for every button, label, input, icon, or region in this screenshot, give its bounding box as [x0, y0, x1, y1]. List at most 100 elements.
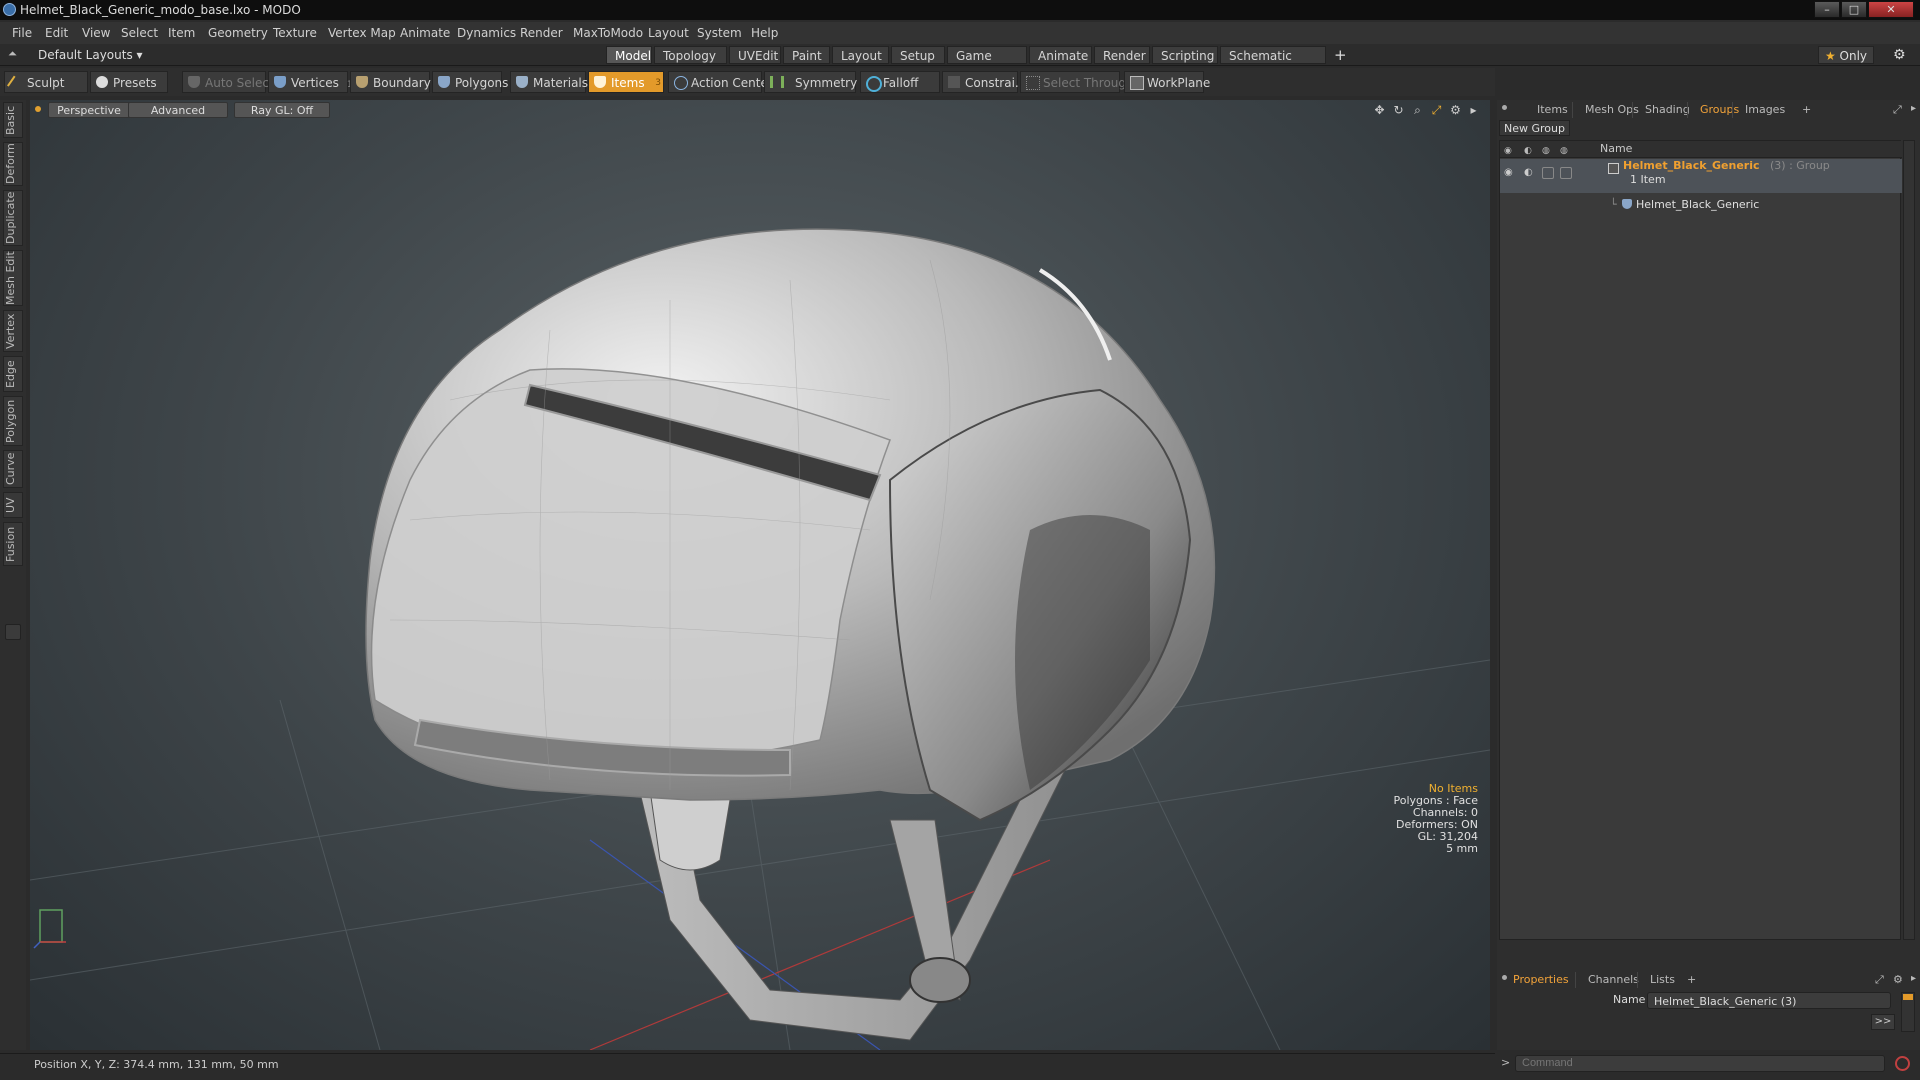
only-toggle[interactable]: ★ Only — [1818, 46, 1874, 64]
tab-curve[interactable]: Curve — [3, 450, 23, 488]
auto-select-button[interactable]: Auto Select — [182, 71, 274, 93]
symmetry-button[interactable]: Symmetry — [764, 71, 857, 93]
menu-select[interactable]: Select — [121, 22, 158, 44]
select-through-button[interactable]: Select Through — [1020, 71, 1134, 93]
tab-game-tools[interactable]: Game Tools — [947, 46, 1027, 81]
tab-mesh-edit[interactable]: Mesh Edit — [3, 250, 23, 306]
select-icon[interactable]: ◍ — [1560, 143, 1572, 156]
menu-dynamics[interactable]: Dynamics — [457, 22, 516, 44]
tab-layout[interactable]: Layout — [832, 46, 889, 64]
layout-icon[interactable]: ⏶ — [8, 47, 22, 61]
tab-deform[interactable]: Deform — [3, 142, 23, 186]
tab-uvedit[interactable]: UVEdit — [729, 46, 781, 64]
menu-maxtomodo[interactable]: MaxToModo — [573, 22, 643, 44]
properties-gear-icon[interactable]: ⚙ — [1893, 973, 1903, 986]
close-button[interactable]: ✕ — [1868, 1, 1914, 18]
minimize-button[interactable]: – — [1814, 1, 1840, 18]
tab-model[interactable]: Model — [606, 46, 652, 64]
tab-duplicate[interactable]: Duplicate — [3, 190, 23, 246]
vertices-button[interactable]: Vertices1 — [268, 71, 353, 93]
tab-edge[interactable]: Edge — [3, 356, 23, 392]
menu-geometry[interactable]: Geometry — [208, 22, 268, 44]
menu-layout[interactable]: Layout — [648, 22, 689, 44]
tab-shading[interactable]: Shading — [1632, 102, 1690, 118]
menu-texture[interactable]: Texture — [273, 22, 317, 44]
name-field[interactable]: Helmet_Black_Generic (3) — [1647, 992, 1891, 1009]
axis-gizmo — [33, 909, 66, 949]
menu-edit[interactable]: Edit — [45, 22, 68, 44]
tab-scripting[interactable]: Scripting — [1152, 46, 1218, 64]
tab-lists[interactable]: Lists — [1637, 972, 1675, 988]
menu-view[interactable]: View — [82, 22, 110, 44]
falloff-button[interactable]: Falloff — [860, 71, 940, 93]
tab-animate[interactable]: Animate — [1029, 46, 1092, 64]
command-bar: > — [1497, 1053, 1920, 1075]
menu-vertex-map[interactable]: Vertex Map — [328, 22, 396, 44]
workplane-button[interactable]: WorkPlane — [1124, 71, 1210, 93]
sculpt-button[interactable]: Sculpt — [4, 71, 88, 93]
select-toggle[interactable] — [1560, 167, 1572, 179]
lock-icon[interactable]: ◍ — [1542, 143, 1554, 156]
viewport-3d[interactable]: Perspective Advanced Ray GL: Off ✥ ↻ ⌕ ⤢… — [30, 100, 1490, 1050]
tab-items[interactable]: Items — [1537, 102, 1568, 118]
add-panel-tab-button[interactable]: + — [1802, 102, 1811, 118]
gear-icon[interactable]: ⚙ — [1893, 46, 1906, 64]
eye-icon[interactable]: ◉ — [1504, 143, 1516, 156]
boundary-button[interactable]: Boundary — [350, 71, 431, 93]
menu-file[interactable]: File — [12, 22, 32, 44]
tab-paint[interactable]: Paint — [783, 46, 830, 64]
render-toggle-icon[interactable]: ◐ — [1524, 163, 1536, 178]
record-icon[interactable] — [1895, 1056, 1910, 1071]
polygons-button[interactable]: Polygons — [432, 71, 508, 93]
menu-animate[interactable]: Animate — [400, 22, 450, 44]
panel-menu-icon[interactable]: ▸ — [1911, 103, 1916, 114]
falloff-icon — [866, 76, 882, 92]
tab-channels[interactable]: Channels — [1575, 972, 1639, 988]
render-icon[interactable]: ◐ — [1524, 143, 1536, 156]
materials-button[interactable]: Materials — [510, 71, 588, 93]
menu-render[interactable]: Render — [520, 22, 563, 44]
more-button[interactable]: >> — [1871, 1014, 1895, 1030]
add-tab-button[interactable]: + — [1334, 46, 1347, 64]
presets-label: Presets — [113, 76, 157, 90]
helmet-model — [30, 228, 1490, 1050]
group-child-row[interactable]: └ Helmet_Black_Generic — [1500, 195, 1902, 215]
group-row-selected[interactable]: ◉ ◐ Helmet_Black_Generic (3) : Group 1 I… — [1500, 159, 1902, 193]
command-prompt: > — [1501, 1056, 1511, 1069]
layout-selector[interactable]: Default Layouts ▾ — [38, 46, 143, 64]
list-scrollbar[interactable] — [1903, 140, 1915, 940]
menu-help[interactable]: Help — [751, 22, 778, 44]
constraints-button[interactable]: Constrai... — [942, 71, 1026, 93]
properties-menu-icon[interactable]: ▸ — [1911, 973, 1916, 984]
palette-toggle-button[interactable] — [5, 624, 21, 640]
tab-images[interactable]: Images — [1732, 102, 1785, 118]
tab-properties[interactable]: Properties — [1513, 972, 1569, 988]
tab-fusion[interactable]: Fusion — [3, 522, 23, 566]
tab-setup[interactable]: Setup — [891, 46, 945, 64]
lock-toggle[interactable] — [1542, 167, 1554, 179]
tab-mesh-ops[interactable]: Mesh Ops — [1572, 102, 1639, 118]
maximize-button[interactable]: □ — [1841, 1, 1867, 18]
sculpt-label: Sculpt — [27, 76, 65, 90]
properties-scrollbar[interactable] — [1901, 992, 1915, 1032]
tab-topology[interactable]: Topology — [654, 46, 727, 64]
tab-schematic-fusion[interactable]: Schematic Fusion — [1220, 46, 1326, 81]
menu-item[interactable]: Item — [168, 22, 195, 44]
command-input[interactable] — [1515, 1055, 1885, 1072]
items-button[interactable]: Items 3 — [588, 71, 664, 93]
tab-basic[interactable]: Basic — [3, 102, 23, 138]
tab-vertex[interactable]: Vertex — [3, 310, 23, 352]
layout-selector-label: Default Layouts — [38, 48, 133, 62]
menu-system[interactable]: System — [697, 22, 742, 44]
tab-polygon[interactable]: Polygon — [3, 396, 23, 446]
presets-button[interactable]: Presets — [90, 71, 168, 93]
tab-uv[interactable]: UV — [3, 492, 23, 518]
visibility-eye-icon[interactable]: ◉ — [1504, 163, 1516, 178]
constraints-icon — [948, 76, 960, 88]
add-properties-tab-button[interactable]: + — [1687, 972, 1696, 988]
expand-panel-icon[interactable]: ⤢ — [1893, 103, 1902, 117]
new-group-button[interactable]: New Group — [1499, 120, 1570, 136]
tab-render[interactable]: Render — [1094, 46, 1150, 64]
action-center-button[interactable]: Action Center — [668, 71, 773, 93]
expand-properties-icon[interactable]: ⤢ — [1875, 973, 1884, 987]
